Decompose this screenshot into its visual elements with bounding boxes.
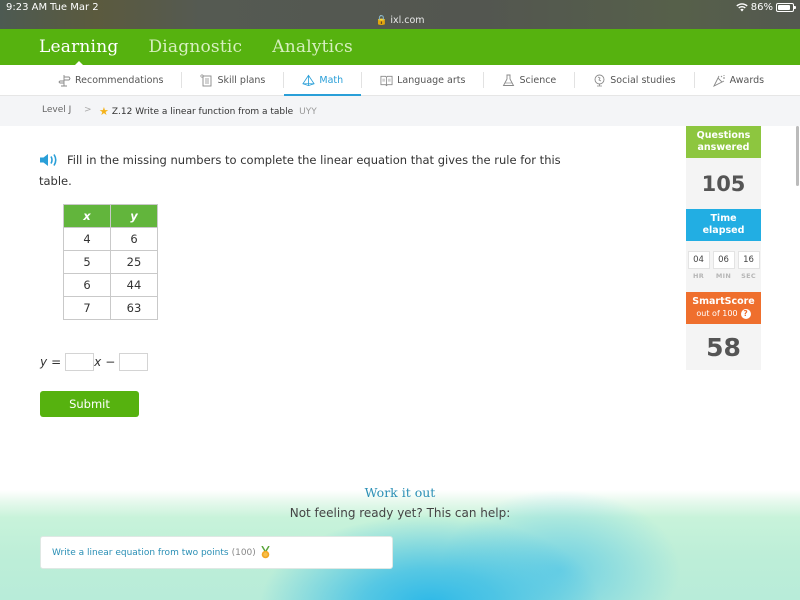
table-header-row: x y xyxy=(63,204,158,228)
wifi-icon xyxy=(736,3,748,12)
submit-button[interactable]: Submit xyxy=(40,391,139,417)
globe-icon xyxy=(593,74,606,87)
checklist-icon xyxy=(200,73,213,87)
breadcrumb-level[interactable]: Level J xyxy=(42,105,71,115)
flask-icon xyxy=(502,74,515,87)
trophy-icon xyxy=(712,74,726,87)
address-bar[interactable]: 🔒 ixl.com xyxy=(0,15,800,26)
cell-y: 6 xyxy=(110,227,158,251)
smartscore-header: SmartScore out of 100 ? xyxy=(686,292,761,324)
suggested-skill-card[interactable]: Write a linear equation from two points … xyxy=(40,536,393,569)
equation-y: y xyxy=(40,355,48,369)
header-y: y xyxy=(110,204,158,228)
prompt-text: Fill in the missing numbers to complete … xyxy=(39,153,561,188)
time-elapsed-header: Time elapsed xyxy=(686,209,761,241)
subject-skill-plans[interactable]: Skill plans xyxy=(182,65,283,96)
subject-science[interactable]: Science xyxy=(484,65,574,96)
cell-y: 25 xyxy=(110,250,158,274)
stats-panel: Questions answered 105 Time elapsed 04 H… xyxy=(686,126,761,370)
suggested-skill-link[interactable]: Write a linear equation from two points xyxy=(52,548,229,558)
cell-x: 5 xyxy=(63,250,111,274)
breadcrumb-skill: ★ Z.12 Write a linear function from a ta… xyxy=(99,105,317,118)
equation: y = x − xyxy=(40,353,149,371)
subject-nav: Recommendations Skill plans Math Languag… xyxy=(0,65,800,96)
time-minutes: 06 MIN xyxy=(712,251,735,292)
time-elapsed-value: 04 HR 06 MIN 16 SEC xyxy=(686,241,761,292)
questions-answered-header: Questions answered xyxy=(686,126,761,158)
breadcrumb: Level J > ★ Z.12 Write a linear function… xyxy=(0,96,800,126)
tab-learning[interactable]: Learning xyxy=(39,37,118,68)
status-bar: 9:23 AM Tue Mar 2 🔒 ixl.com 86% xyxy=(0,0,800,29)
slope-input[interactable] xyxy=(65,353,95,371)
table-row: 4 6 xyxy=(63,227,158,251)
help-icon[interactable]: ? xyxy=(740,309,751,319)
battery-percent: 86% xyxy=(750,2,773,13)
signpost-icon xyxy=(58,74,71,87)
equation-minus: − xyxy=(105,355,116,369)
cell-y: 63 xyxy=(110,296,158,320)
tab-diagnostic[interactable]: Diagnostic xyxy=(148,37,242,57)
cell-x: 4 xyxy=(63,227,111,251)
suggested-skill-score: (100) xyxy=(231,547,256,558)
skill-title: Z.12 Write a linear function from a tabl… xyxy=(111,106,294,117)
speaker-icon[interactable] xyxy=(39,153,61,167)
table-row: 6 44 xyxy=(63,273,158,297)
medal-icon xyxy=(261,545,270,559)
subject-awards[interactable]: Awards xyxy=(695,65,782,96)
header-x: x xyxy=(63,204,111,228)
work-it-out-subtitle: Not feeling ready yet? This can help: xyxy=(289,506,511,520)
xy-table: x y 4 6 5 25 6 44 7 63 xyxy=(63,204,158,320)
chevron-right-icon: > xyxy=(84,105,92,115)
time-hours: 04 HR xyxy=(687,251,710,292)
battery-icon xyxy=(776,3,796,12)
book-icon xyxy=(380,74,393,87)
table-row: 7 63 xyxy=(63,296,158,320)
scrollbar[interactable] xyxy=(796,126,799,186)
subject-recommendations[interactable]: Recommendations xyxy=(40,65,181,96)
date: Tue Mar 2 xyxy=(50,2,99,13)
smartscore-value: 58 xyxy=(686,324,761,370)
subject-social-studies[interactable]: Social studies xyxy=(575,65,693,96)
intercept-input[interactable] xyxy=(119,353,149,371)
url-text: ixl.com xyxy=(390,15,425,26)
cell-x: 6 xyxy=(63,273,111,297)
equation-equals: = xyxy=(51,355,62,369)
lock-icon: 🔒 xyxy=(375,15,388,26)
pyramid-icon xyxy=(302,74,316,87)
cell-y: 44 xyxy=(110,273,158,297)
clock: 9:23 AM xyxy=(6,2,48,13)
questions-answered-value: 105 xyxy=(686,158,761,209)
time-seconds: 16 SEC xyxy=(737,251,760,292)
work-it-out-title: Work it out xyxy=(364,485,436,500)
top-nav: Learning Diagnostic Analytics xyxy=(0,29,800,68)
cell-x: 7 xyxy=(63,296,111,320)
tab-analytics[interactable]: Analytics xyxy=(272,37,353,57)
subject-math[interactable]: Math xyxy=(284,65,361,96)
skill-code: UYY xyxy=(299,106,317,117)
equation-x: x xyxy=(94,355,102,369)
table-row: 5 25 xyxy=(63,250,158,274)
question-prompt: Fill in the missing numbers to complete … xyxy=(39,150,584,192)
subject-language-arts[interactable]: Language arts xyxy=(362,65,483,96)
star-icon[interactable]: ★ xyxy=(99,105,109,118)
